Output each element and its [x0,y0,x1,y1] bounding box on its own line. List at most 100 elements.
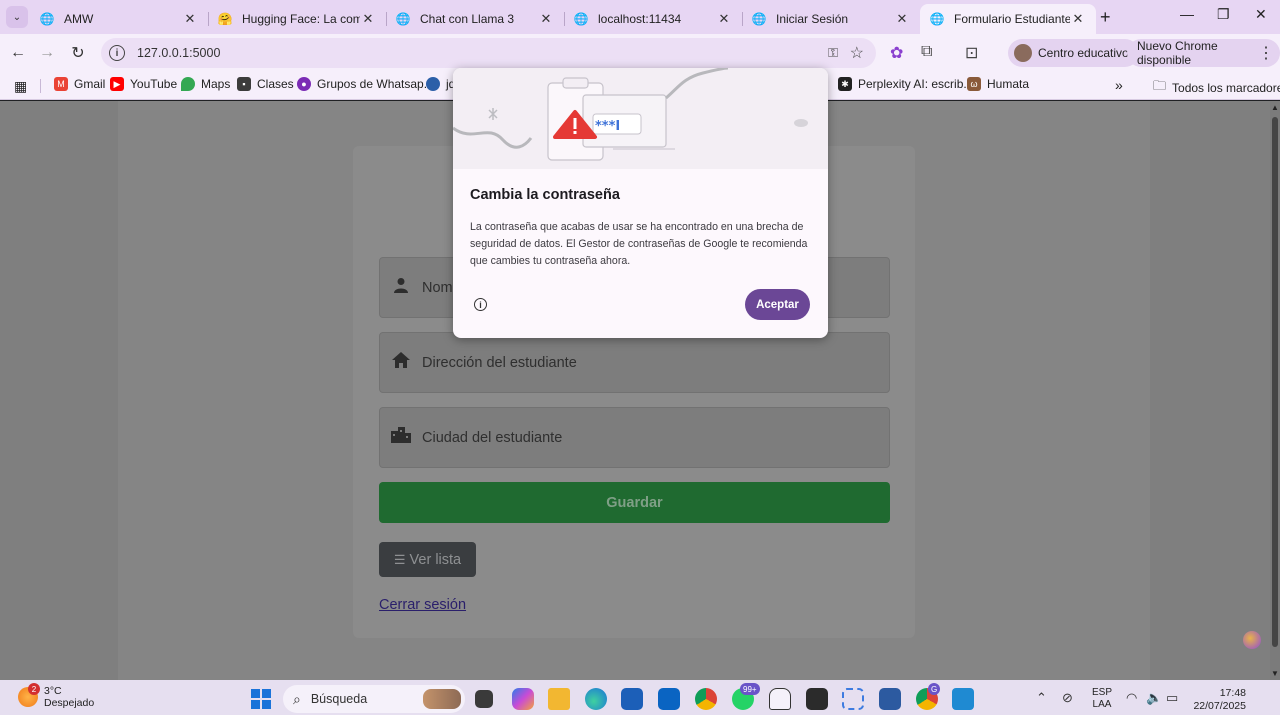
profile-label: Centro educativo [1038,46,1129,60]
bookmark-jd[interactable]: jd [426,77,455,91]
tray-overflow-chevron-icon[interactable]: ⌃ [1036,690,1047,706]
url-text[interactable]: 127.0.0.1:5000 [137,46,220,60]
volume-icon[interactable]: 🔈 [1146,690,1162,706]
new-tab-button[interactable]: + [1100,7,1111,28]
bookmark-label: Maps [201,77,231,91]
bookmark-youtube[interactable]: ▶ YouTube [110,77,177,91]
bookmark-label: Gmail [74,77,106,91]
chrome-icon[interactable] [695,688,717,710]
close-icon[interactable]: ✕ [538,11,554,27]
list-icon: ☰ [393,551,406,567]
page-scrollbar[interactable]: ▲ ▼ [1270,101,1280,680]
close-icon[interactable]: ✕ [360,11,376,27]
bookmark-humata[interactable]: ω Humata [967,77,1029,91]
tab-hugging-face[interactable]: 🤗 Hugging Face: La comunid ✕ [208,4,386,34]
scrollbar-thumb[interactable] [1272,117,1278,647]
bookmark-label: Clases [257,77,294,91]
accept-button[interactable]: Aceptar [745,289,810,320]
tab-iniciar-sesion[interactable]: 🌐 Iniciar Sesión ✕ [742,4,920,34]
file-explorer-icon[interactable] [548,688,570,710]
close-icon[interactable]: ✕ [894,11,910,27]
address-bar[interactable]: i 127.0.0.1:5000 ⚿ ☆ [101,38,876,68]
language-indicator[interactable]: ESP LAA [1092,687,1112,711]
apps-grid-icon[interactable]: ▦ [14,78,27,95]
close-icon[interactable]: ✕ [716,11,732,27]
bookmark-maps[interactable]: Maps [181,77,230,91]
all-bookmarks-folder[interactable]: 🗀 Todos los marcadores [1153,77,1280,99]
store-icon[interactable] [621,688,643,710]
youtube-icon: ▶ [110,77,124,91]
tab-amw[interactable]: 🌐 AMW ✕ [30,4,208,34]
ollama-icon[interactable] [769,688,791,710]
masked-password-text: ***I [595,119,620,134]
taskbar-search-box[interactable]: ⌕ Búsqueda [283,685,465,713]
minimize-icon[interactable]: — [1180,6,1194,22]
bookmark-star-icon[interactable]: ☆ [850,43,864,63]
bookmark-label: YouTube [130,77,178,91]
bookmarks-divider [40,79,41,93]
student-city-input[interactable]: Ciudad del estudiante [379,407,890,468]
jd-icon [426,77,440,91]
site-info-icon[interactable]: i [109,45,125,61]
window-close-icon[interactable]: ✕ [1255,6,1267,23]
kebab-menu-icon[interactable]: ⋮ [1258,43,1274,63]
close-icon[interactable]: ✕ [182,11,198,27]
snipping-tool-icon[interactable] [842,688,864,710]
more-bookmarks-chevron-icon[interactable]: » [1115,77,1123,93]
folder-icon: 🗀 [1153,78,1167,93]
logout-link[interactable]: Cerrar sesión [379,597,466,613]
bookmark-grupos-whatsapp[interactable]: ● Grupos de Whatsap... [297,77,434,91]
tab-formulario-estudiantes[interactable]: 🌐 Formulario Estudiantes ✕ [920,4,1096,34]
dialog-title: Cambia la contraseña [470,187,620,203]
forward-icon[interactable]: → [36,42,58,64]
search-label: Búsqueda [310,692,368,706]
student-address-input[interactable]: Dirección del estudiante [379,332,890,393]
change-password-dialog: ***I Cambia la contraseña La contraseña … [453,68,828,338]
bookmark-label: Humata [987,77,1030,91]
reload-icon[interactable]: ↻ [67,42,89,64]
edge-icon[interactable] [585,688,607,710]
bookmark-clases[interactable]: ▪ Clases [237,77,294,91]
weather-widget[interactable]: 2 3°C Despejado [18,683,95,709]
weather-desc: Despejado [44,697,95,709]
windows-taskbar: 2 3°C Despejado ⌕ Búsqueda 99+ G ⌃ ⊘ ESP… [0,680,1280,715]
password-breach-illustration: ***I [453,68,828,169]
scroll-up-icon[interactable]: ▲ [1271,103,1279,112]
close-icon[interactable]: ✕ [1070,11,1086,27]
info-icon[interactable]: i [474,298,487,311]
network-off-icon[interactable]: ⊘ [1062,690,1073,706]
bookmark-gmail[interactable]: M Gmail [54,77,105,91]
tab-localhost[interactable]: 🌐 localhost:11434 ✕ [564,4,742,34]
maps-icon [181,77,195,91]
vscode-icon[interactable] [952,688,974,710]
scroll-down-icon[interactable]: ▼ [1271,669,1279,678]
extensions-puzzle-icon[interactable]: ⧉ [921,43,932,61]
system-clock[interactable]: 17:48 22/07/2025 [1192,687,1246,713]
outlook-icon[interactable] [658,688,680,710]
back-icon[interactable]: ← [7,42,29,64]
tab-search-button[interactable]: ⌄ [6,6,28,28]
battery-icon[interactable]: ▭ [1166,690,1178,706]
chrome-profile-badge: G [928,683,941,695]
lens-icon[interactable]: ⊡ [965,43,978,63]
lang-bottom: LAA [1092,699,1112,710]
view-list-button[interactable]: ☰ Ver lista [379,542,476,577]
windows-start-icon[interactable] [251,689,271,709]
extension-brain-icon[interactable]: ✿ [890,43,903,63]
copilot-icon[interactable] [512,688,534,710]
bookmark-perplexity[interactable]: ✱ Perplexity AI: escrib... [838,77,973,91]
tab-chat-llama[interactable]: 🌐 Chat con Llama 3 ✕ [386,4,564,34]
save-button[interactable]: Guardar [379,482,890,523]
task-view-icon[interactable] [475,690,493,708]
maximize-icon[interactable]: ❐ [1217,6,1230,23]
tab-title: localhost:11434 [598,12,682,26]
terminal-icon[interactable] [806,688,828,710]
wifi-icon[interactable]: ◠ [1126,690,1137,706]
globe-icon: 🌐 [39,12,55,26]
floating-assistant-icon[interactable] [1243,631,1261,649]
profile-button[interactable]: Centro educativo [1008,39,1139,67]
python-idle-icon[interactable] [879,688,901,710]
globe-icon: 🌐 [395,12,411,26]
clock-time: 17:48 [1219,687,1246,699]
key-icon[interactable]: ⚿ [828,45,838,61]
